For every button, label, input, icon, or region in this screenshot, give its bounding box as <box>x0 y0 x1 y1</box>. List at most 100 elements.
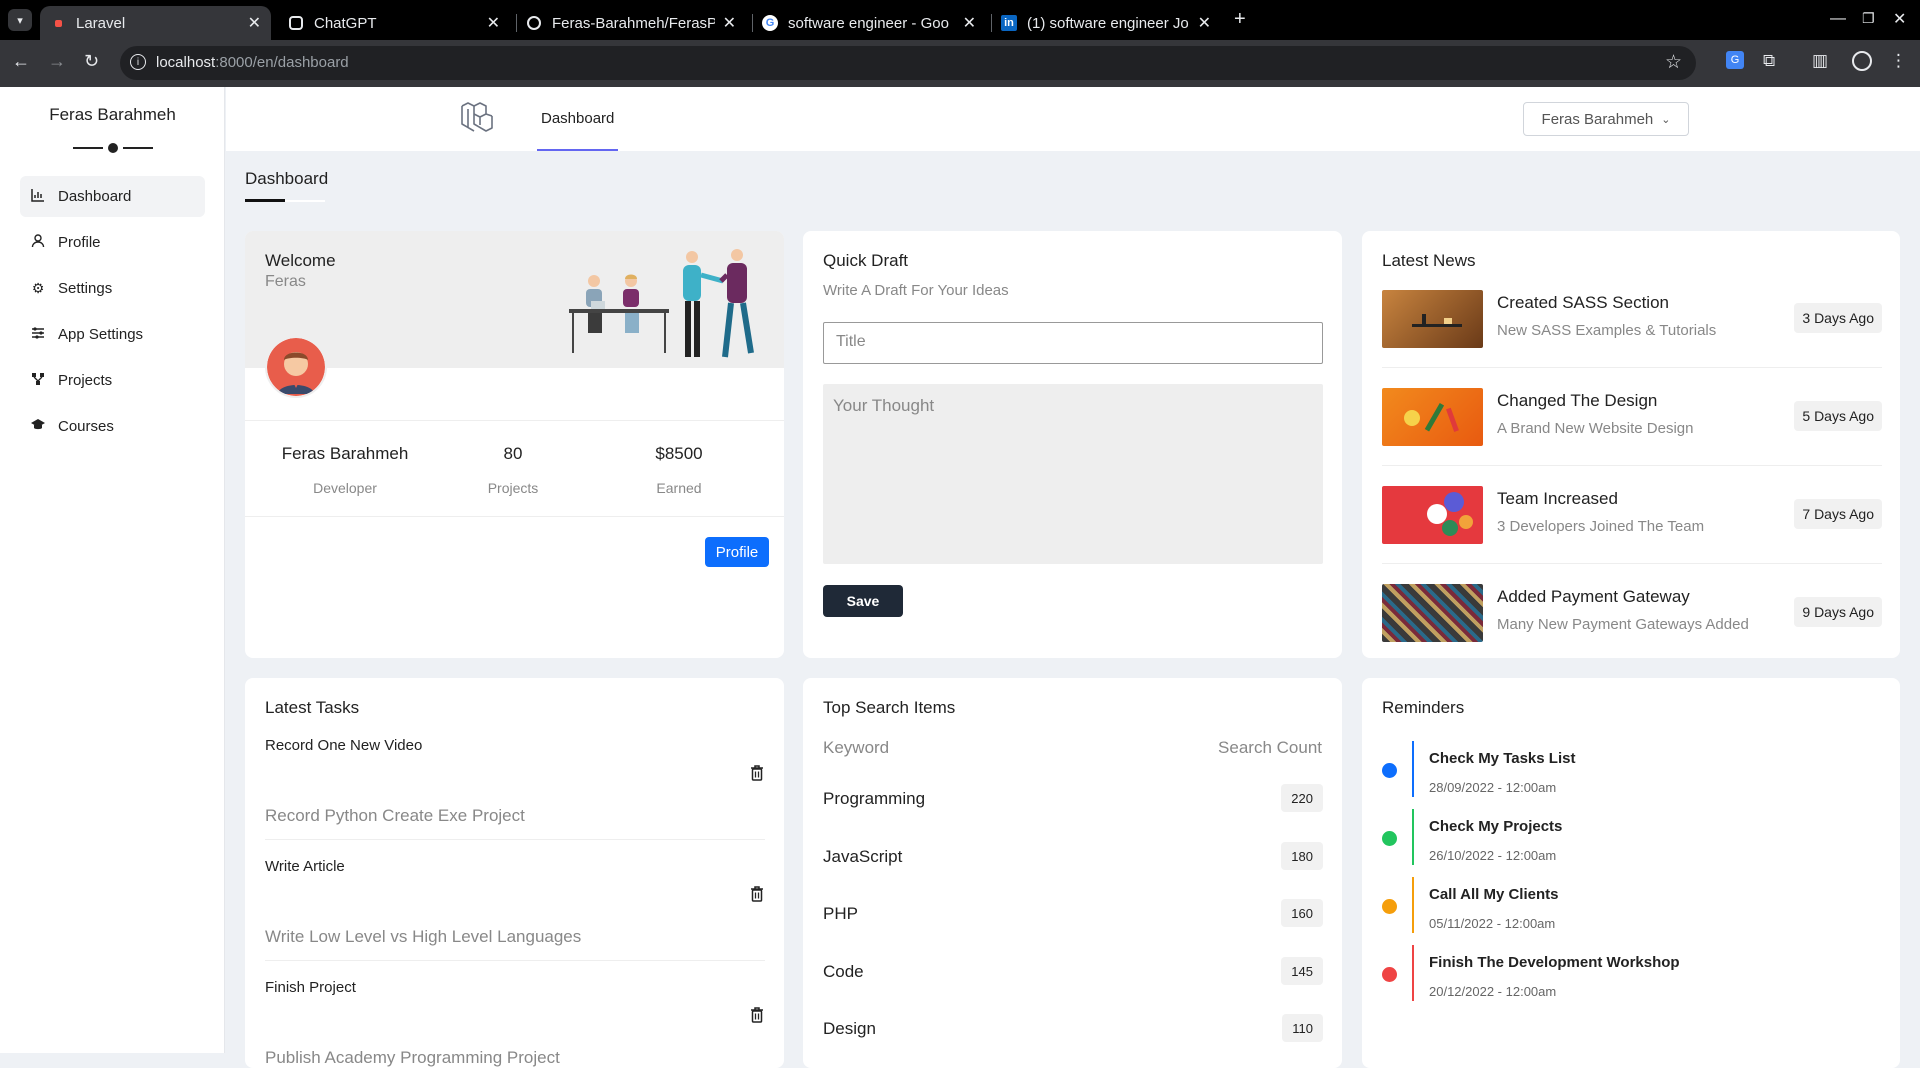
trash-icon[interactable] <box>750 886 764 902</box>
top-search-card: Top Search Items Keyword Search Count Pr… <box>803 678 1342 1068</box>
tab-chatgpt[interactable]: ChatGPT ✕ <box>278 6 510 40</box>
status-dot <box>1382 831 1397 846</box>
card-title: Latest Tasks <box>265 698 360 717</box>
reminders-card: Reminders Check My Tasks List 28/09/2022… <box>1362 678 1900 1068</box>
reminder-title: Check My Tasks List <box>1429 750 1576 767</box>
tab-linkedin[interactable]: in (1) software engineer Jo ✕ <box>991 6 1221 40</box>
linkedin-favicon: in <box>1001 15 1017 31</box>
title-underline <box>245 199 285 202</box>
sidebar-item-profile[interactable]: Profile <box>20 222 205 263</box>
chart-icon <box>30 188 46 205</box>
search-keyword: Code <box>823 962 864 981</box>
tab-search-button[interactable]: ▾ <box>8 9 32 31</box>
profile-avatar-icon[interactable] <box>1852 51 1872 71</box>
task-description: Write Low Level vs High Level Languages <box>265 927 582 946</box>
status-dot <box>1382 967 1397 982</box>
url-text: localhost:8000/en/dashboard <box>156 54 349 71</box>
page-title: Dashboard <box>245 169 329 188</box>
search-count-badge: 110 <box>1282 1014 1323 1042</box>
sidebar-item-label: Projects <box>58 372 113 389</box>
reminder-item[interactable]: Check My Tasks List 28/09/2022 - 12:00am <box>1382 741 1882 805</box>
news-thumbnail <box>1382 290 1483 348</box>
reminder-date: 28/09/2022 - 12:00am <box>1429 780 1557 795</box>
chatgpt-favicon <box>288 15 304 31</box>
news-time-badge: 9 Days Ago <box>1794 597 1882 627</box>
forward-icon[interactable]: → <box>48 51 66 72</box>
news-item[interactable]: Changed The Design A Brand New Website D… <box>1382 388 1882 485</box>
sidebar-item-projects[interactable]: Projects <box>20 360 205 401</box>
stat-label: Earned <box>656 480 702 496</box>
profile-button[interactable]: Profile <box>705 537 769 567</box>
restore-icon[interactable]: ❐ <box>1862 10 1875 27</box>
draft-body-textarea[interactable]: Your Thought <box>823 384 1323 564</box>
search-count-badge: 160 <box>1281 899 1323 927</box>
url-field[interactable]: i localhost:8000/en/dashboard ☆ <box>120 46 1696 80</box>
close-icon[interactable]: ✕ <box>723 13 736 33</box>
card-title: Quick Draft <box>823 251 909 270</box>
sidebar-item-courses[interactable]: Courses <box>20 406 205 447</box>
search-keyword: Programming <box>823 789 926 808</box>
task-title: Record One New Video <box>265 737 423 754</box>
reminder-item[interactable]: Call All My Clients 05/11/2022 - 12:00am <box>1382 877 1882 941</box>
user-dropdown-button[interactable]: Feras Barahmeh ⌄ <box>1523 102 1689 136</box>
reminder-date: 20/12/2022 - 12:00am <box>1429 984 1557 999</box>
news-description: 3 Developers Joined The Team <box>1497 518 1705 535</box>
reminder-title: Check My Projects <box>1429 818 1563 835</box>
translate-extension-icon[interactable]: G <box>1726 51 1744 69</box>
sidebar-item-settings[interactable]: ⚙ Settings <box>20 268 205 309</box>
news-time-badge: 5 Days Ago <box>1794 401 1882 431</box>
sidebar-item-label: App Settings <box>58 326 144 343</box>
search-count-badge: 145 <box>1281 957 1323 985</box>
card-title: Reminders <box>1382 698 1465 717</box>
save-button[interactable]: Save <box>823 585 903 617</box>
new-tab-button[interactable]: + <box>1234 8 1246 31</box>
top-navbar: Dashboard Feras Barahmeh ⌄ <box>226 87 1920 151</box>
close-icon[interactable]: ✕ <box>487 13 500 33</box>
menu-kebab-icon[interactable]: ⋮ <box>1890 51 1907 71</box>
draft-title-input[interactable]: Title <box>823 322 1323 364</box>
sidebar-item-label: Dashboard <box>58 188 132 205</box>
url-path: :8000/en/dashboard <box>215 54 349 71</box>
tab-laravel[interactable]: Laravel ✕ <box>40 6 271 40</box>
reminder-item[interactable]: Check My Projects 26/10/2022 - 12:00am <box>1382 809 1882 873</box>
sidebar-item-dashboard[interactable]: Dashboard <box>20 176 205 217</box>
reload-icon[interactable]: ↻ <box>84 51 99 72</box>
nav-link-dashboard[interactable]: Dashboard <box>537 87 619 151</box>
reminder-item[interactable]: Finish The Development Workshop 20/12/20… <box>1382 945 1882 1009</box>
window-close-icon[interactable]: ✕ <box>1893 9 1906 29</box>
stat-earned: $8500 Earned <box>609 444 749 496</box>
close-icon[interactable]: ✕ <box>1198 13 1211 33</box>
side-panel-icon[interactable]: ▥ <box>1812 51 1828 71</box>
tab-google[interactable]: G software engineer - Goo ✕ <box>752 6 986 40</box>
news-item[interactable]: Created SASS Section New SASS Examples &… <box>1382 290 1882 387</box>
tab-title: (1) software engineer Jo <box>1027 14 1189 32</box>
trash-icon[interactable] <box>750 765 764 781</box>
bookmark-star-icon[interactable]: ☆ <box>1665 51 1682 74</box>
laravel-logo-icon[interactable] <box>459 100 495 136</box>
site-info-icon[interactable]: i <box>130 54 146 70</box>
back-icon[interactable]: ← <box>12 51 30 72</box>
reminder-title: Finish The Development Workshop <box>1429 954 1680 971</box>
news-item[interactable]: Added Payment Gateway Many New Payment G… <box>1382 584 1882 658</box>
title-underline-light <box>285 200 325 202</box>
divider <box>1382 563 1882 564</box>
search-keyword: PHP <box>823 904 858 923</box>
avatar <box>265 336 327 398</box>
close-icon[interactable]: ✕ <box>248 13 261 33</box>
news-time-badge: 3 Days Ago <box>1794 303 1882 333</box>
column-header-keyword: Keyword <box>823 738 890 757</box>
sidebar-item-label: Settings <box>58 280 113 297</box>
minimize-icon[interactable]: — <box>1830 10 1846 28</box>
tab-title: ChatGPT <box>314 14 377 32</box>
close-icon[interactable]: ✕ <box>963 13 976 33</box>
tab-github[interactable]: Feras-Barahmeh/FerasP ✕ <box>516 6 746 40</box>
sidebar-item-app-settings[interactable]: App Settings <box>20 314 205 355</box>
news-item[interactable]: Team Increased 3 Developers Joined The T… <box>1382 486 1882 583</box>
google-favicon: G <box>762 15 778 31</box>
quick-draft-card: Quick Draft Write A Draft For Your Ideas… <box>803 231 1342 658</box>
news-title: Changed The Design <box>1497 391 1658 410</box>
sidebar-divider-ornament <box>73 142 153 154</box>
trash-icon[interactable] <box>750 1007 764 1023</box>
status-dot <box>1382 763 1397 778</box>
extensions-puzzle-icon[interactable]: ⧉ <box>1763 51 1775 71</box>
